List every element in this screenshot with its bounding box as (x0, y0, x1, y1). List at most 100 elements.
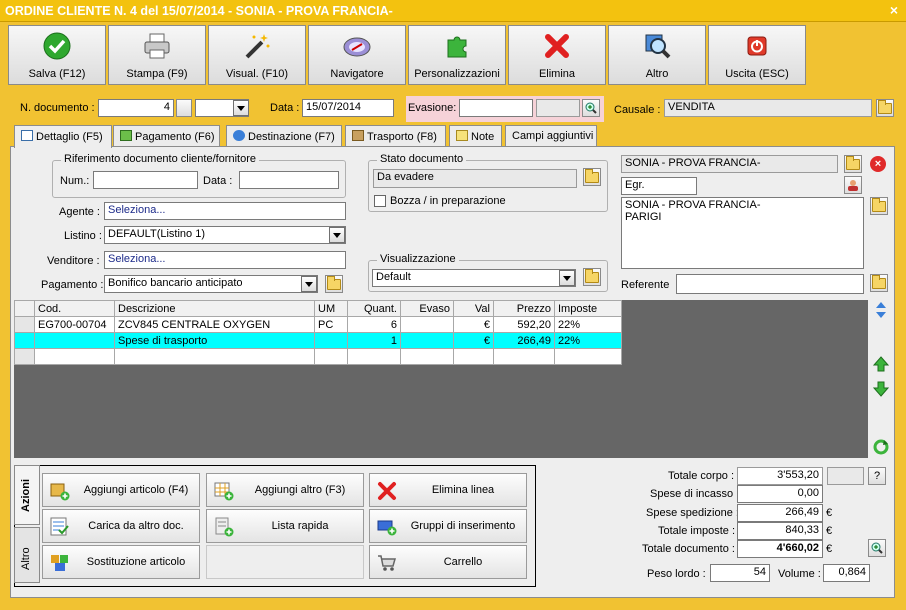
table-cell[interactable] (400, 316, 454, 333)
pagamento-folder-button[interactable] (325, 275, 343, 293)
add-article-button[interactable]: Aggiungi articolo (F4) (42, 473, 200, 507)
table-cell[interactable] (400, 348, 454, 365)
causale-folder-button[interactable] (876, 99, 894, 117)
shipping-fees-input[interactable]: 266,49 (737, 504, 823, 522)
evasione-input[interactable] (459, 99, 533, 117)
table-cell[interactable]: 22% (554, 316, 622, 333)
close-icon[interactable]: × (890, 2, 898, 18)
table-cell[interactable]: ZCV845 CENTRALE OXYGEN (114, 316, 315, 333)
date-input[interactable]: 15/07/2014 (302, 99, 394, 117)
table-cell[interactable]: Spese di trasporto (114, 332, 315, 349)
referente-folder-button[interactable] (870, 274, 888, 292)
table-row[interactable] (14, 348, 622, 365)
add-other-button[interactable]: Aggiungi altro (F3) (206, 473, 364, 507)
ndoc-input[interactable]: 4 (98, 99, 174, 117)
move-down-icon[interactable] (872, 380, 890, 398)
table-cell[interactable] (34, 348, 115, 365)
table-cell[interactable] (114, 348, 315, 365)
chevron-down-icon[interactable] (233, 100, 249, 116)
table-cell[interactable] (314, 332, 348, 349)
table-cell[interactable]: 22% (554, 332, 622, 349)
ndoc-suffix-button[interactable] (176, 99, 192, 117)
referente-input[interactable] (676, 274, 864, 294)
cliente-title-input[interactable]: Egr. (621, 177, 697, 195)
chevron-down-icon[interactable] (559, 270, 575, 286)
print-button[interactable]: Stampa (F9) (108, 25, 206, 85)
side-tab-azioni[interactable]: Azioni (14, 465, 40, 525)
table-cell[interactable]: 266,49 (493, 332, 555, 349)
preview-button[interactable]: Visual. (F10) (208, 25, 306, 85)
column-header[interactable]: Quant. (347, 300, 401, 317)
bozza-checkbox[interactable] (374, 195, 386, 207)
table-cell[interactable]: PC (314, 316, 348, 333)
other-button[interactable]: Altro (608, 25, 706, 85)
listino-select[interactable]: DEFAULT(Listino 1) (104, 226, 346, 244)
pagamento-select[interactable]: Bonifico bancario anticipato (104, 275, 318, 293)
insert-groups-button[interactable]: Gruppi di inserimento (369, 509, 527, 543)
quick-list-button[interactable]: Lista rapida (206, 509, 364, 543)
address-folder-button[interactable] (870, 197, 888, 215)
collection-fees-input[interactable]: 0,00 (737, 485, 823, 503)
customize-button[interactable]: Personalizzazioni (408, 25, 506, 85)
column-header[interactable]: Descrizione (114, 300, 315, 317)
chevron-down-icon[interactable] (301, 276, 317, 292)
column-header[interactable]: Val (453, 300, 494, 317)
tab-pagamento[interactable]: Pagamento (F6) (113, 125, 220, 147)
table-cell[interactable] (347, 348, 401, 365)
tab-destinazione[interactable]: Destinazione (F7) (226, 125, 342, 147)
tab-campi-aggiuntivi[interactable]: Campi aggiuntivi (505, 125, 597, 147)
gross-weight-input[interactable]: 54 (710, 564, 770, 582)
cliente-folder-button[interactable] (844, 155, 862, 173)
zoom-in-icon[interactable] (582, 99, 600, 117)
move-updown-icon[interactable] (872, 300, 890, 320)
exit-button[interactable]: Uscita (ESC) (708, 25, 806, 85)
cart-button[interactable]: Carrello (369, 545, 527, 579)
cliente-address[interactable]: SONIA - PROVA FRANCIA- PARIGI (621, 197, 864, 269)
table-cell[interactable]: € (453, 316, 494, 333)
table-cell[interactable] (453, 348, 494, 365)
column-header[interactable]: UM (314, 300, 348, 317)
stato-folder-button[interactable] (583, 168, 601, 186)
column-header[interactable]: Imposte (554, 300, 622, 317)
column-header[interactable]: Cod. (34, 300, 115, 317)
tab-note[interactable]: Note (449, 125, 502, 147)
volume-input[interactable]: 0,864 (823, 564, 870, 582)
table-cell[interactable]: EG700-00704 (34, 316, 115, 333)
delete-button[interactable]: Elimina (508, 25, 606, 85)
table-cell[interactable]: 6 (347, 316, 401, 333)
table-cell[interactable] (493, 348, 555, 365)
column-header[interactable]: Prezzo (493, 300, 555, 317)
load-from-doc-button[interactable]: Carica da altro doc. (42, 509, 200, 543)
table-cell[interactable]: € (453, 332, 494, 349)
table-cell[interactable] (400, 332, 454, 349)
cliente-name[interactable]: SONIA - PROVA FRANCIA- (621, 155, 838, 173)
contact-icon[interactable] (844, 176, 862, 194)
venditore-input[interactable]: Seleziona... (104, 251, 346, 269)
chevron-down-icon[interactable] (329, 227, 345, 243)
zoom-in-icon[interactable] (868, 539, 886, 557)
table-cell[interactable]: 592,20 (493, 316, 555, 333)
column-header[interactable]: Evaso (400, 300, 454, 317)
table-cell[interactable] (554, 348, 622, 365)
move-up-icon[interactable] (872, 355, 890, 373)
replace-article-button[interactable]: Sostituzione articolo (42, 545, 200, 579)
visualizzazione-folder-button[interactable] (583, 268, 601, 286)
table-cell[interactable]: 1 (347, 332, 401, 349)
save-button[interactable]: Salva (F12) (8, 25, 106, 85)
delete-line-button[interactable]: Elimina linea (369, 473, 527, 507)
table-cell[interactable] (314, 348, 348, 365)
tab-dettaglio[interactable]: Dettaglio (F5) (14, 125, 112, 148)
rif-date-input[interactable] (239, 171, 339, 189)
num-input[interactable] (93, 171, 198, 189)
visualizzazione-select[interactable]: Default (372, 269, 576, 287)
causale-field[interactable]: VENDITA (664, 99, 872, 117)
refresh-icon[interactable] (872, 438, 890, 456)
remove-client-icon[interactable]: × (870, 156, 886, 172)
table-cell[interactable] (34, 332, 115, 349)
table-row[interactable]: EG700-00704 ZCV845 CENTRALE OXYGEN PC 6 … (14, 316, 622, 333)
table-row[interactable]: Spese di trasporto 1 € 266,49 22% (14, 332, 622, 349)
navigator-button[interactable]: Navigatore (308, 25, 406, 85)
tab-trasporto[interactable]: Trasporto (F8) (345, 125, 446, 147)
side-tab-altro[interactable]: Altro (14, 527, 40, 583)
agente-input[interactable]: Seleziona... (104, 202, 346, 220)
